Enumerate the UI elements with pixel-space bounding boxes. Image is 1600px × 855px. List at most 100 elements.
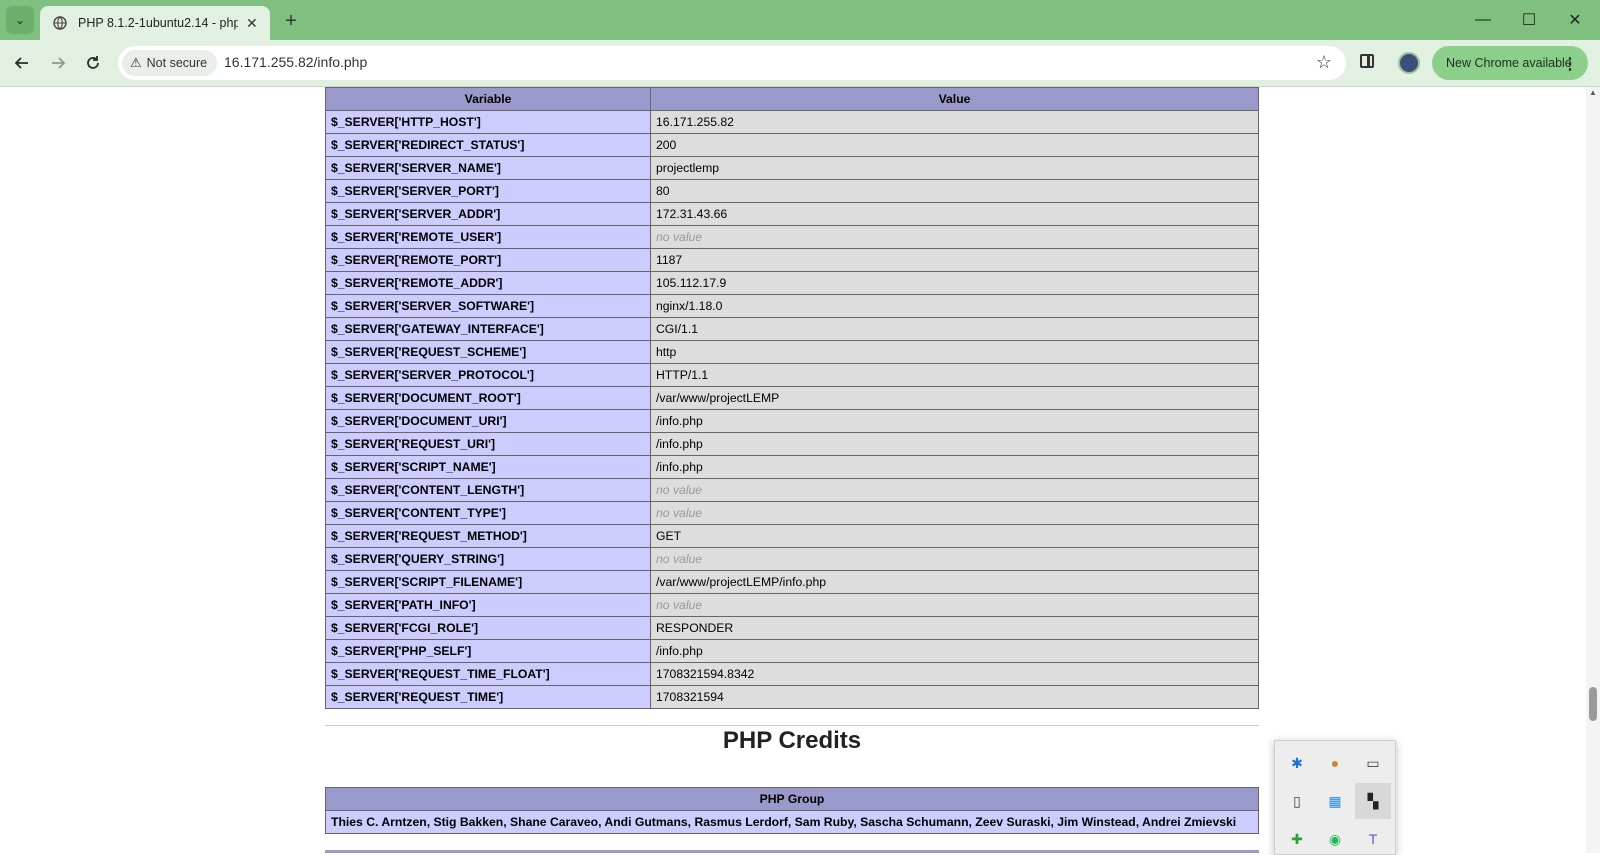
forward-button[interactable] xyxy=(45,50,71,76)
forward-arrow-icon xyxy=(52,57,66,69)
variable-cell: $_SERVER['HTTP_HOST'] xyxy=(325,110,651,134)
variable-cell: $_SERVER['QUERY_STRING'] xyxy=(325,547,651,571)
chevron-down-icon: ⌄ xyxy=(14,13,26,27)
value-cell: no value xyxy=(650,547,1259,571)
table-row: $_SERVER['REQUEST_TIME_FLOAT'] 1708321594… xyxy=(325,662,1259,686)
display-icon[interactable]: ▭ xyxy=(1361,751,1385,775)
variable-cell: $_SERVER['REQUEST_METHOD'] xyxy=(325,524,651,548)
variable-cell: $_SERVER['CONTENT_LENGTH'] xyxy=(325,478,651,502)
value-cell: 1708321594 xyxy=(650,685,1259,709)
side-panel-icon[interactable] xyxy=(1360,54,1374,68)
widgets-icon[interactable]: ▚ xyxy=(1355,783,1391,819)
table-row: $_SERVER['PHP_SELF']/info.php xyxy=(325,639,1259,663)
bookmark-star-icon[interactable]: ☆ xyxy=(1316,52,1332,73)
variable-cell: $_SERVER['SERVER_NAME'] xyxy=(325,156,651,180)
table-row: $_SERVER['PATH_INFO'] no value xyxy=(325,593,1259,617)
teams-icon[interactable]: T xyxy=(1361,827,1385,851)
server-variables-table: Variable Value $_SERVER['HTTP_HOST'] 16.1… xyxy=(325,87,1259,709)
address-bar[interactable]: ⚠ Not secure 16.171.255.82/info.php ☆ xyxy=(118,46,1346,80)
table-row: $_SERVER['GATEWAY_INTERFACE'] CGI/1.1 xyxy=(325,317,1259,341)
system-tray-popup: ✱ ● ▭ ▯ ▦ ▚ ✚ ◉ T xyxy=(1274,740,1396,855)
table-row: $_SERVER['REQUEST_METHOD'] GET xyxy=(325,524,1259,548)
php-group-table: PHP Group Thies C. Arntzen, Stig Bakken,… xyxy=(325,787,1259,834)
maximize-button[interactable]: ☐ xyxy=(1514,8,1544,32)
value-cell: no value xyxy=(650,501,1259,525)
variable-cell: $_SERVER['REMOTE_USER'] xyxy=(325,225,651,249)
tab-search-button[interactable]: ⌄ xyxy=(6,6,34,34)
variable-cell: $_SERVER['FCGI_ROLE'] xyxy=(325,616,651,640)
variable-cell: $_SERVER['PHP_SELF'] xyxy=(325,639,651,663)
variable-cell: $_SERVER['PATH_INFO'] xyxy=(325,593,651,617)
value-cell: projectlemp xyxy=(650,156,1259,180)
table-row: $_SERVER['SERVER_ADDR'] 172.31.43.66 xyxy=(325,202,1259,226)
table-header-row: Variable Value xyxy=(325,87,1259,111)
table-row: Thies C. Arntzen, Stig Bakken, Shane Car… xyxy=(325,810,1259,834)
new-tab-button[interactable]: + xyxy=(278,8,304,34)
value-cell: RESPONDER xyxy=(650,616,1259,640)
value-cell: no value xyxy=(650,593,1259,617)
table-row: $_SERVER['REQUEST_URI']/info.php xyxy=(325,432,1259,456)
variable-cell: $_SERVER['REMOTE_PORT'] xyxy=(325,248,651,272)
value-cell: /var/www/projectLEMP xyxy=(650,386,1259,410)
value-cell: HTTP/1.1 xyxy=(650,363,1259,387)
security-chip[interactable]: ⚠ Not secure xyxy=(122,50,218,76)
back-button[interactable] xyxy=(9,50,35,76)
update-chrome-button[interactable]: New Chrome available ⋮ xyxy=(1432,46,1588,80)
table-row: $_SERVER['FCGI_ROLE'] RESPONDER xyxy=(325,616,1259,640)
page-content: Variable Value $_SERVER['HTTP_HOST'] 16.1… xyxy=(0,87,1586,853)
scrollbar-thumb[interactable] xyxy=(1589,687,1597,721)
network-app-icon[interactable]: ▦ xyxy=(1323,789,1347,813)
reload-button[interactable] xyxy=(80,50,106,76)
table-row: $_SERVER['SERVER_NAME'] projectlemp xyxy=(325,156,1259,180)
value-cell: /info.php xyxy=(650,639,1259,663)
variable-cell: $_SERVER['SCRIPT_NAME'] xyxy=(325,455,651,479)
vertical-scrollbar[interactable] xyxy=(1586,87,1600,853)
bluetooth-icon[interactable]: ✱ xyxy=(1285,751,1309,775)
usb-drive-icon[interactable]: ▯ xyxy=(1285,789,1309,813)
table-row: $_SERVER['DOCUMENT_URI']/info.php xyxy=(325,409,1259,433)
variable-cell: $_SERVER['REQUEST_SCHEME'] xyxy=(325,340,651,364)
active-tab[interactable]: PHP 8.1.2-1ubuntu2.14 - phpinfo() ✕ xyxy=(40,6,270,40)
close-window-button[interactable]: ✕ xyxy=(1560,8,1590,32)
variable-cell: $_SERVER['GATEWAY_INTERFACE'] xyxy=(325,317,651,341)
variable-cell: $_SERVER['SERVER_PROTOCOL'] xyxy=(325,363,651,387)
table-row: $_SERVER['SCRIPT_NAME']/info.php xyxy=(325,455,1259,479)
table-row: $_SERVER['CONTENT_LENGTH'] no value xyxy=(325,478,1259,502)
value-cell: /var/www/projectLEMP/info.php xyxy=(650,570,1259,594)
table-row: $_SERVER['SERVER_PROTOCOL'] HTTP/1.1 xyxy=(325,363,1259,387)
close-tab-icon[interactable]: ✕ xyxy=(246,15,258,32)
minimize-button[interactable]: — xyxy=(1468,8,1498,32)
table-row: $_SERVER['REMOTE_PORT'] 1187 xyxy=(325,248,1259,272)
spotify-icon[interactable]: ◉ xyxy=(1323,827,1347,851)
table-row: $_SERVER['HTTP_HOST'] 16.171.255.82 xyxy=(325,110,1259,134)
php-group-members: Thies C. Arntzen, Stig Bakken, Shane Car… xyxy=(325,810,1259,834)
variable-cell: $_SERVER['SERVER_SOFTWARE'] xyxy=(325,294,651,318)
variable-cell: $_SERVER['SERVER_PORT'] xyxy=(325,179,651,203)
profile-avatar[interactable] xyxy=(1398,52,1420,74)
scroll-up-arrow-icon[interactable]: ▲ xyxy=(1589,88,1597,97)
add-app-icon[interactable]: ✚ xyxy=(1285,827,1309,851)
back-arrow-icon xyxy=(14,57,28,69)
value-cell: no value xyxy=(650,478,1259,502)
variable-cell: $_SERVER['CONTENT_TYPE'] xyxy=(325,501,651,525)
server-table-body: $_SERVER['HTTP_HOST'] 16.171.255.82 $_SERV… xyxy=(325,110,1259,709)
tab-title: PHP 8.1.2-1ubuntu2.14 - phpinfo() xyxy=(78,16,238,30)
column-header-variable: Variable xyxy=(325,87,651,111)
value-cell: GET xyxy=(650,524,1259,548)
cloud-app-icon[interactable]: ● xyxy=(1323,751,1347,775)
column-header-value: Value xyxy=(650,87,1259,111)
table-header-row: PHP Group xyxy=(325,787,1259,811)
table-row: $_SERVER['QUERY_STRING'] no value xyxy=(325,547,1259,571)
variable-cell: $_SERVER['DOCUMENT_URI'] xyxy=(325,409,651,433)
table-row: $_SERVER['REDIRECT_STATUS'] 200 xyxy=(325,133,1259,157)
value-cell: nginx/1.18.0 xyxy=(650,294,1259,318)
more-menu-icon[interactable]: ⋮ xyxy=(1562,54,1578,74)
section-divider xyxy=(325,725,1259,726)
table-row: $_SERVER['REMOTE_USER'] no value xyxy=(325,225,1259,249)
url-text[interactable]: 16.171.255.82/info.php xyxy=(224,54,367,70)
value-cell: 16.171.255.82 xyxy=(650,110,1259,134)
table-row: $_SERVER['SERVER_SOFTWARE'] nginx/1.18.0 xyxy=(325,294,1259,318)
value-cell: 200 xyxy=(650,133,1259,157)
value-cell: /info.php xyxy=(650,409,1259,433)
value-cell: 105.112.17.9 xyxy=(650,271,1259,295)
